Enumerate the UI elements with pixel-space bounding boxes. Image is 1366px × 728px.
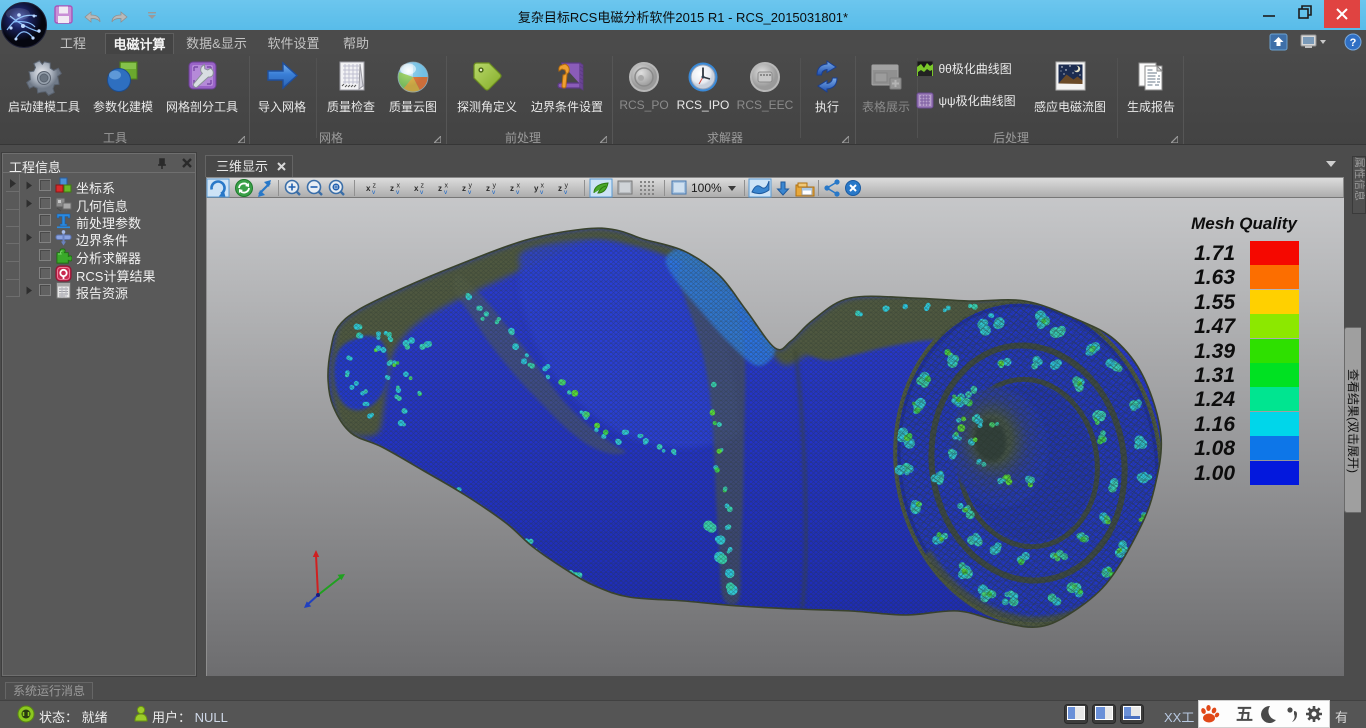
svg-text:x: x	[414, 184, 419, 193]
svg-text:100%: 100%	[691, 181, 722, 195]
svg-text:v: v	[420, 189, 424, 196]
svg-text:z: z	[558, 184, 562, 193]
svg-text:z: z	[510, 184, 514, 193]
svg-text:z: z	[486, 184, 490, 193]
svg-text:v: v	[492, 189, 496, 196]
svg-text:v: v	[468, 189, 472, 196]
svg-text:v: v	[564, 189, 568, 196]
svg-text:z: z	[438, 184, 442, 193]
svg-text:z: z	[462, 184, 466, 193]
svg-text:v: v	[372, 189, 376, 196]
svg-text:v: v	[540, 189, 544, 196]
svg-text:z: z	[390, 184, 394, 193]
svg-text:五: 五	[1236, 705, 1253, 724]
svg-text:v: v	[444, 189, 448, 196]
svg-text:?: ?	[1350, 37, 1357, 49]
svg-text:v: v	[516, 189, 520, 196]
svg-text:y: y	[534, 184, 539, 193]
svg-text:v: v	[396, 189, 400, 196]
svg-text:x: x	[366, 184, 371, 193]
